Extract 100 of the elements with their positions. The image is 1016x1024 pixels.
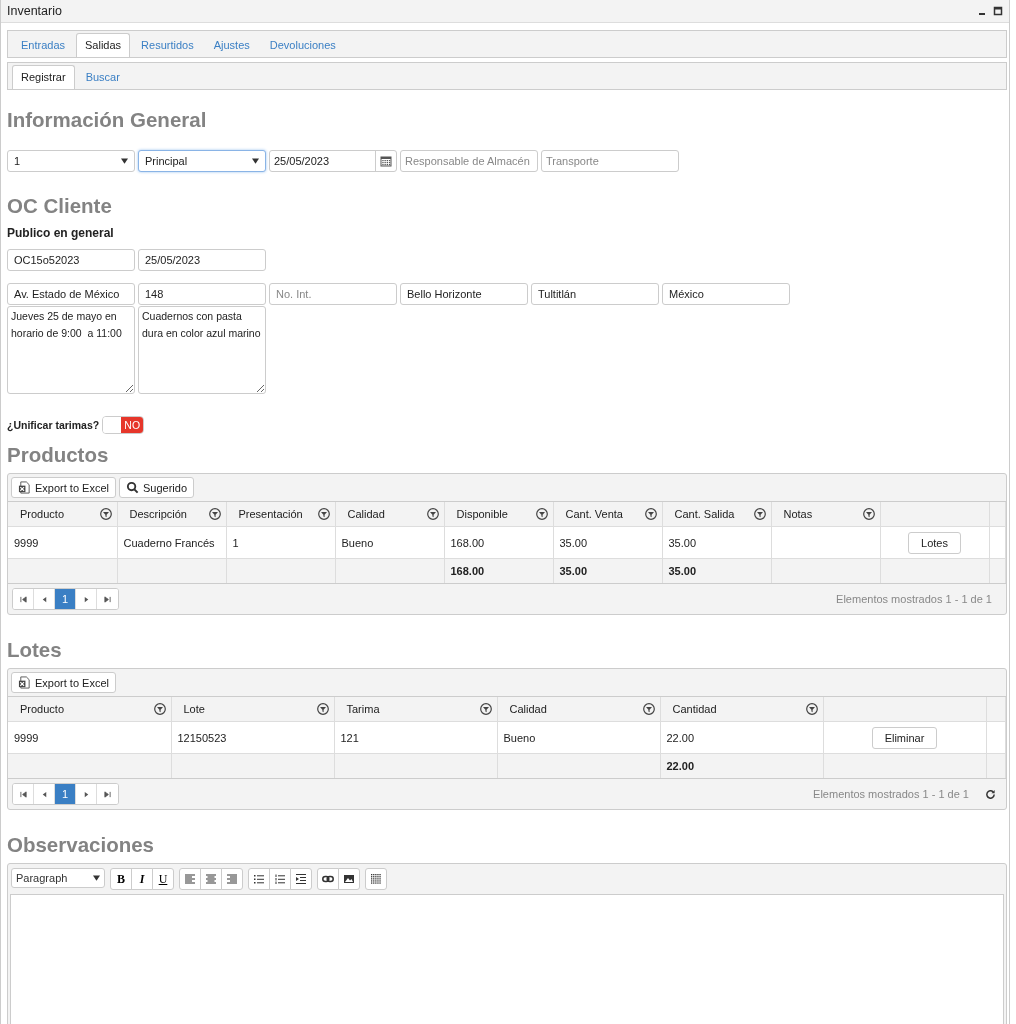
filter-icon[interactable] [153,703,166,715]
table-cell: 9999 [14,536,39,549]
filter-icon[interactable] [99,508,112,520]
export-button[interactable]: Export to Excel [11,672,116,693]
table-cell: 35.00 [668,536,697,549]
indent-icon [295,873,307,885]
total-cell: 22.00 [666,760,695,772]
input-field[interactable]: Bello Horizonte [400,283,528,305]
align-center-button[interactable] [200,868,222,890]
column-header[interactable]: Tarima [346,703,380,715]
table-cell: 121 [340,731,359,744]
table-cell: 1 [232,536,239,549]
next-icon [82,790,90,798]
page-button[interactable]: 1 [55,589,76,609]
numbered-list-icon [274,873,286,885]
table-cell: Cuaderno Francés [123,536,215,549]
table-button[interactable] [365,868,387,890]
window-title: Inventario [7,4,62,18]
toggle-switch[interactable]: NO [102,416,145,434]
input-field[interactable]: OC15o52023 [7,249,135,271]
filter-icon[interactable] [479,703,492,715]
pager-info: Elementos mostrados 1 - 1 de 1 [836,593,992,605]
filter-icon[interactable] [317,508,330,520]
first-icon [19,595,27,603]
caret-icon [252,158,259,164]
align-left-button[interactable] [179,868,201,890]
section-heading: OC Cliente [7,193,113,219]
last-icon [104,790,111,798]
tab[interactable]: Devoluciones [260,33,345,57]
maximize-icon[interactable] [993,6,1003,16]
filter-icon[interactable] [535,508,548,520]
dropdown[interactable]: 1 [7,150,135,172]
tab[interactable]: Salidas [76,33,131,57]
indent-button[interactable] [290,868,312,890]
text-style-button[interactable]: B [110,868,132,890]
input-field[interactable]: Transporte [541,150,679,172]
refresh-icon[interactable] [985,788,996,800]
suggest-button[interactable]: Sugerido [119,477,195,498]
column-header[interactable]: Producto [20,703,65,715]
first-page-button[interactable] [13,589,34,609]
tab[interactable]: Entradas [12,33,75,57]
client-name: Publico en general [7,226,115,240]
input-field[interactable]: Responsable de Almacén [400,150,538,172]
lots-button[interactable]: Lotes [908,531,961,554]
column-header[interactable]: Cant. Venta [565,508,623,520]
dropdown[interactable]: Principal [138,150,266,172]
tab[interactable]: Registrar [12,65,75,89]
date-field[interactable]: 25/05/2023 [269,150,397,172]
tab[interactable]: Buscar [76,65,129,89]
align-right-button[interactable] [221,868,243,890]
column-header[interactable]: Lote [183,703,205,715]
column-header[interactable]: Cantidad [672,703,717,715]
column-header[interactable]: Presentación [238,508,303,520]
text-style-button[interactable]: I [131,868,153,890]
table-cell: Bueno [503,731,536,744]
filter-icon[interactable] [753,508,766,520]
column-header[interactable]: Calidad [347,508,385,520]
column-header[interactable]: Notas [783,508,813,520]
table-cell: 9999 [14,731,39,744]
column-header[interactable]: Disponible [456,508,508,520]
calendar-icon[interactable] [380,155,392,167]
input-field[interactable]: No. Int. [269,283,397,305]
delete-button[interactable]: Eliminar [871,726,938,749]
input-field[interactable]: Tultitlán [531,283,659,305]
table-icon [370,873,382,885]
filter-icon[interactable] [208,508,221,520]
image-button[interactable] [338,868,360,890]
tab[interactable]: Ajustes [204,33,259,57]
text-style-button[interactable]: U [152,868,174,890]
section-heading: Lotes [7,637,63,663]
filter-icon[interactable] [426,508,439,520]
filter-icon[interactable] [642,703,655,715]
tab[interactable]: Resurtidos [132,33,203,57]
column-header[interactable]: Producto [20,508,65,520]
text-area[interactable]: Jueves 25 de mayo en horario de 9:00 a 11:00 [7,306,135,394]
input-field[interactable]: 25/05/2023 [138,249,266,271]
export-button[interactable]: Export to Excel [11,477,116,498]
page-button[interactable]: 1 [55,784,76,804]
input-field[interactable]: México [662,283,790,305]
column-header[interactable]: Calidad [509,703,547,715]
bullet-list-button[interactable] [248,868,270,890]
last-icon [104,595,111,603]
filter-icon[interactable] [862,508,875,520]
column-header[interactable]: Cant. Salida [674,508,735,520]
filter-icon[interactable] [644,508,657,520]
pager-info: Elementos mostrados 1 - 1 de 1 [813,788,969,800]
input-field[interactable]: 148 [138,283,266,305]
total-cell: 35.00 [559,565,588,577]
input-field[interactable]: Av. Estado de México [7,283,135,305]
caret-icon [93,875,100,881]
numbered-list-button[interactable] [269,868,291,890]
table-cell: 12150523 [177,731,227,744]
format-dropdown[interactable]: Paragraph [11,868,105,888]
text-area[interactable]: Cuadernos con pasta dura en color azul marino [138,306,266,394]
link-button[interactable] [317,868,339,890]
filter-icon[interactable] [805,703,818,715]
filter-icon[interactable] [316,703,329,715]
table-cell: 35.00 [559,536,588,549]
first-page-button[interactable] [13,784,34,804]
column-header[interactable]: Descripción [129,508,187,520]
